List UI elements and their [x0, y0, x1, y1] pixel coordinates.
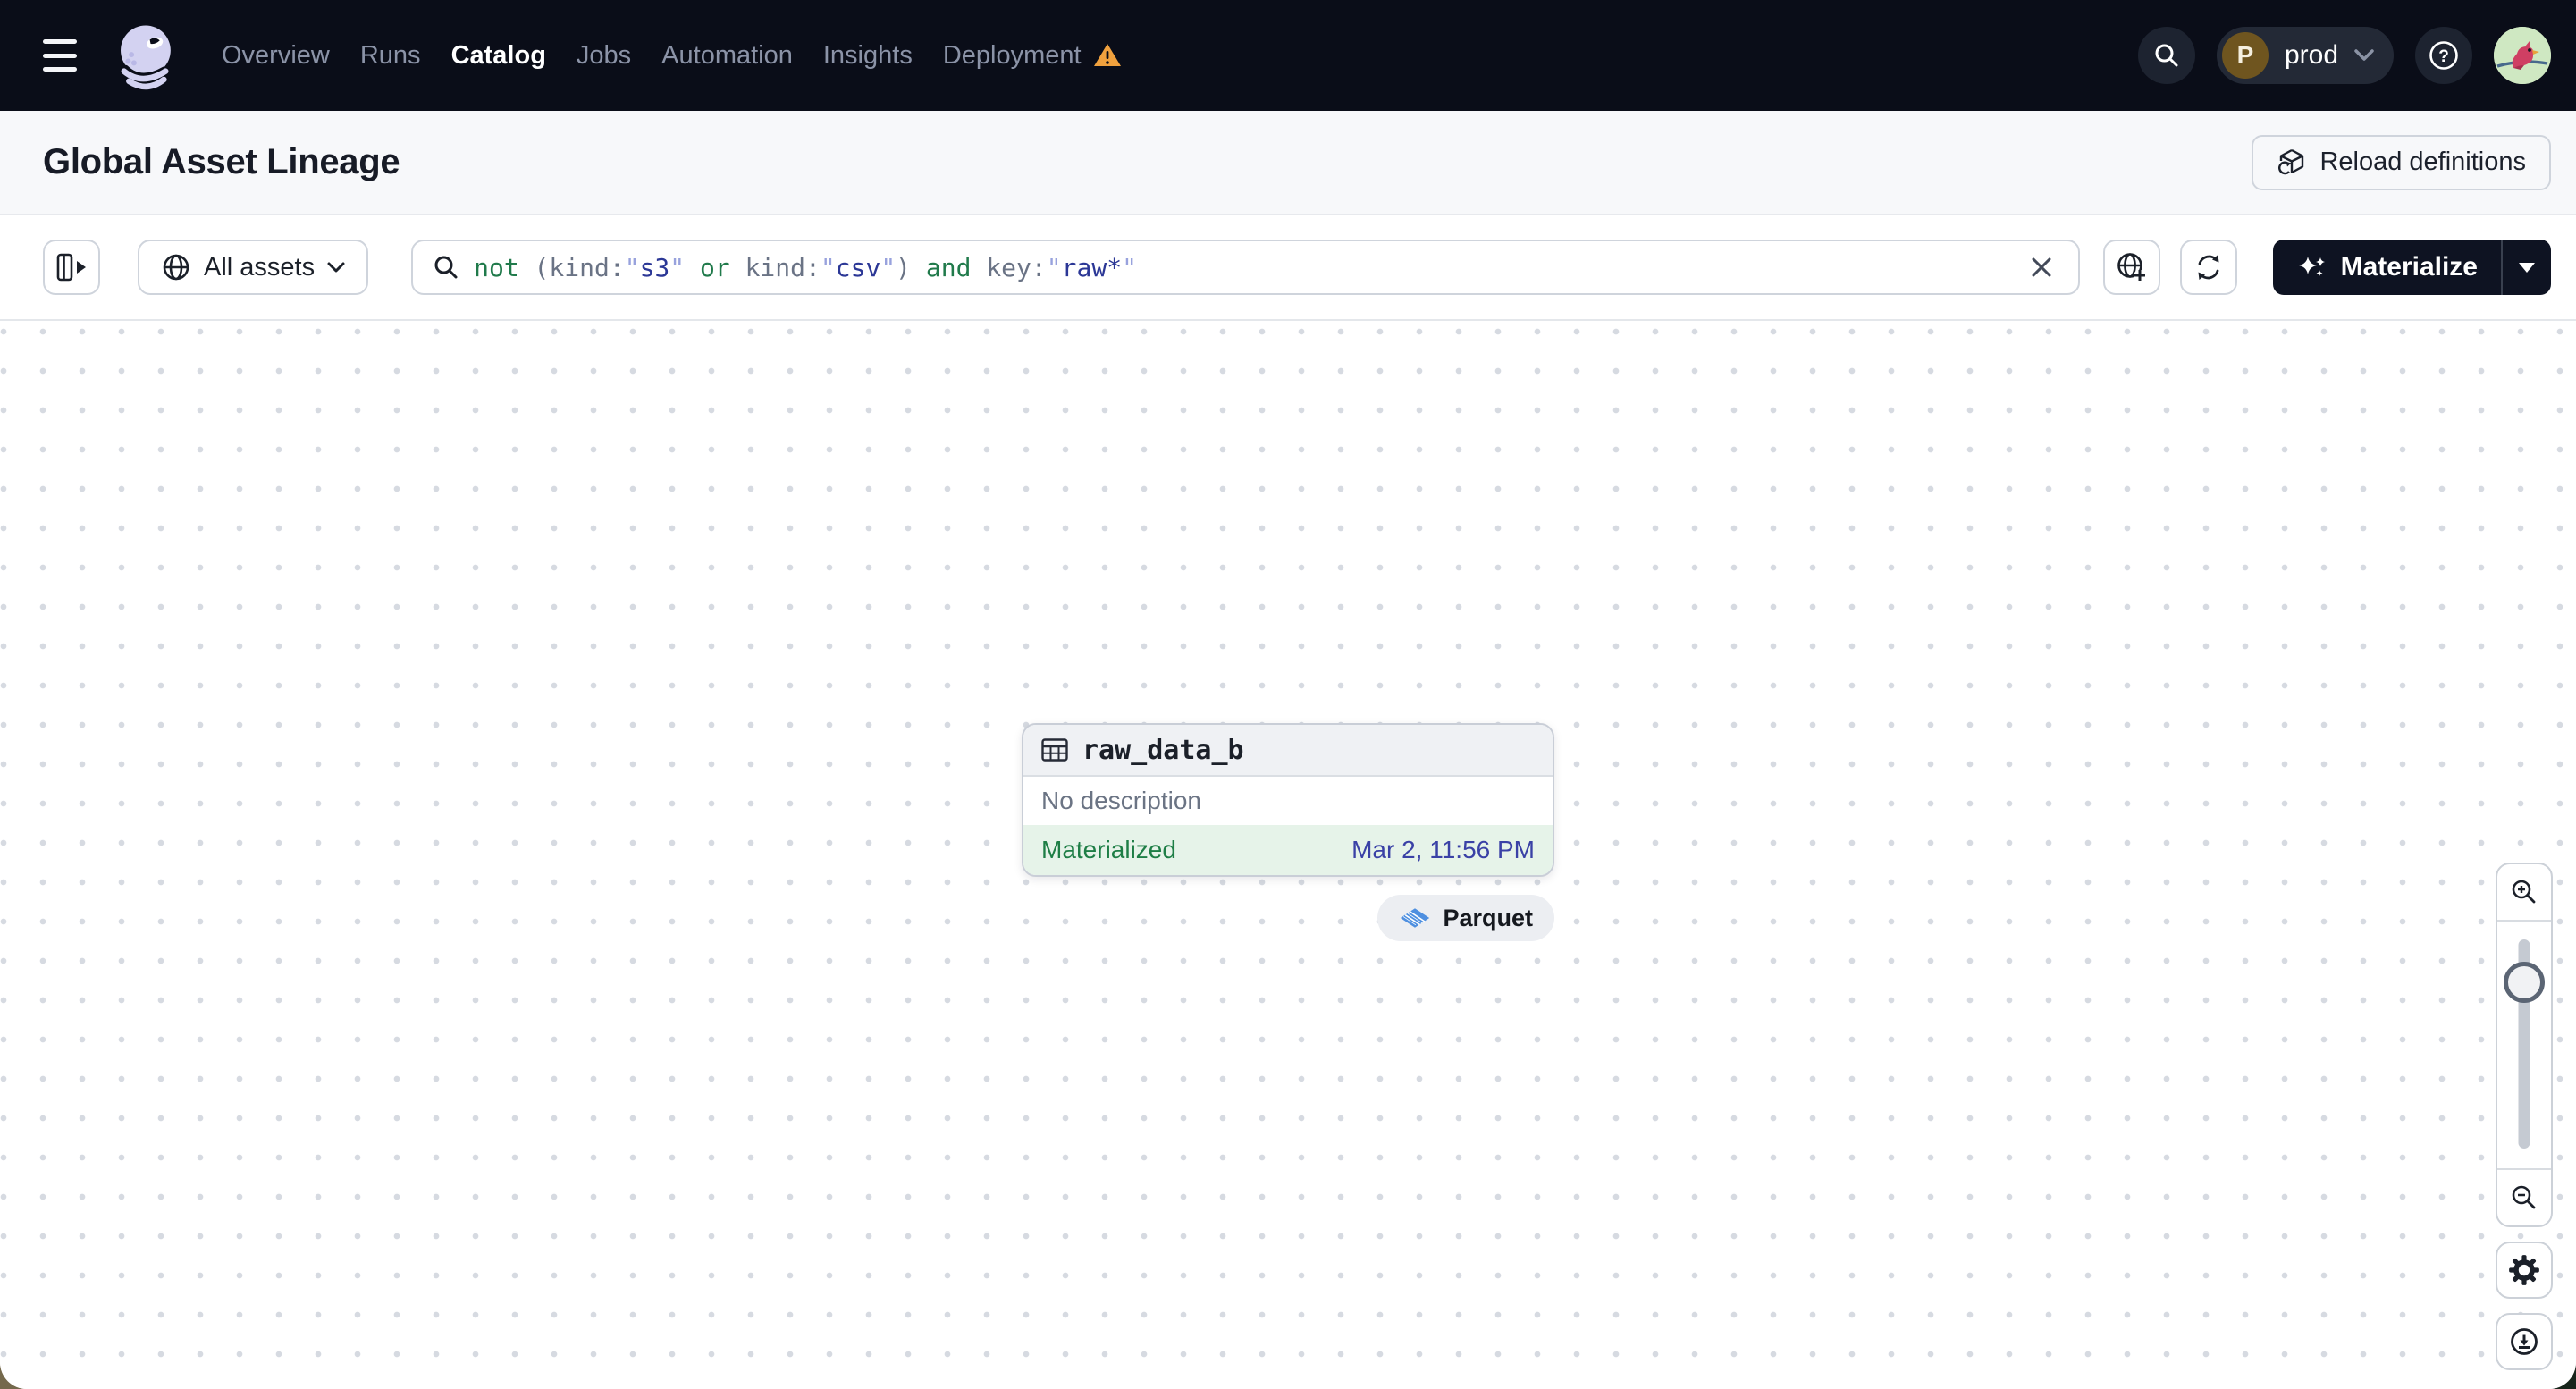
nav-item-deployment[interactable]: Deployment — [943, 41, 1123, 71]
refresh-button[interactable] — [2179, 240, 2237, 295]
page-header: Global Asset Lineage Reload definitions — [0, 111, 2576, 215]
panel-expand-icon — [56, 253, 86, 282]
nav-item-catalog[interactable]: Catalog — [451, 41, 546, 71]
search-icon — [434, 256, 458, 279]
environment-avatar: P — [2221, 32, 2269, 79]
global-search-button[interactable] — [2137, 27, 2195, 84]
new-scope-globe-button[interactable] — [2102, 240, 2160, 295]
nav-item-automation[interactable]: Automation — [661, 41, 793, 71]
asset-node-header: raw_data_b — [1023, 725, 1553, 777]
download-icon — [2511, 1328, 2538, 1355]
canvas-settings-button[interactable] — [2496, 1242, 2553, 1299]
asset-node-group: raw_data_b No description Materialized M… — [1022, 723, 1554, 941]
nav-item-jobs[interactable]: Jobs — [577, 41, 631, 71]
refresh-sync-icon — [2198, 255, 2219, 280]
zoom-controls — [2496, 863, 2553, 1227]
asset-filter-input[interactable]: not (kind:"s3" or kind:"csv") and key:"r… — [411, 240, 2080, 295]
table-icon — [1041, 738, 1068, 762]
environment-name: prod — [2284, 40, 2338, 70]
materialize-options-dropdown[interactable] — [2503, 240, 2551, 295]
warning-triangle-icon — [1093, 44, 1121, 66]
environment-switcher[interactable]: P prod — [2216, 27, 2394, 84]
gear-icon — [2509, 1255, 2539, 1285]
dagster-logo-icon — [121, 25, 171, 90]
parquet-icon — [1401, 908, 1430, 928]
nav-item-overview[interactable]: Overview — [222, 41, 330, 71]
search-icon — [2155, 44, 2178, 67]
filter-query-text: not (kind:"s3" or kind:"csv") and key:"r… — [474, 252, 1137, 282]
chevron-down-icon — [327, 262, 345, 272]
asset-status-row: Materialized Mar 2, 11:56 PM — [1023, 825, 1553, 875]
chevron-down-icon — [2354, 49, 2374, 61]
open-sidebar-panel-button[interactable] — [43, 240, 100, 295]
clear-filter-button[interactable] — [2025, 250, 2058, 284]
sparkle-icon — [2298, 257, 2325, 277]
zoom-in-button[interactable] — [2497, 864, 2551, 922]
reload-definitions-button[interactable]: Reload definitions — [2252, 134, 2551, 190]
close-icon — [2032, 257, 2051, 277]
zoom-out-button[interactable] — [2497, 1168, 2551, 1225]
user-avatar[interactable] — [2494, 27, 2551, 84]
materialized-timestamp[interactable]: Mar 2, 11:56 PM — [1351, 836, 1535, 864]
materialize-split-button: Materialize — [2272, 240, 2551, 295]
asset-scope-dropdown[interactable]: All assets — [138, 240, 369, 295]
caret-down-icon — [2519, 262, 2535, 273]
zoom-in-icon — [2512, 880, 2536, 904]
reload-cube-icon — [2278, 148, 2304, 174]
kind-tag-parquet[interactable]: Parquet — [1377, 895, 1554, 941]
nav-item-runs[interactable]: Runs — [360, 41, 421, 71]
asset-description: No description — [1023, 777, 1553, 825]
menu-hamburger-icon[interactable] — [43, 38, 82, 73]
svg-text:?: ? — [2438, 47, 2449, 66]
top-navbar: Overview Runs Catalog Jobs Automation In… — [0, 0, 2576, 111]
zoom-slider-knob[interactable] — [2504, 962, 2545, 1003]
download-graph-button[interactable] — [2496, 1313, 2553, 1370]
asset-node-raw-data-b[interactable]: raw_data_b No description Materialized M… — [1022, 723, 1554, 877]
zoom-slider[interactable] — [2497, 922, 2551, 1168]
globe-plus-icon — [2117, 253, 2145, 281]
asset-name: raw_data_b — [1082, 734, 1244, 766]
lineage-canvas[interactable]: raw_data_b No description Materialized M… — [0, 321, 2576, 1389]
help-button[interactable]: ? — [2415, 27, 2472, 84]
globe-icon — [163, 254, 189, 281]
question-mark-icon: ? — [2429, 41, 2458, 70]
zoom-out-icon — [2512, 1185, 2536, 1209]
cardinal-bird-avatar-icon — [2494, 27, 2551, 84]
page-title: Global Asset Lineage — [43, 142, 400, 181]
status-badge: Materialized — [1041, 836, 1176, 863]
nav-item-insights[interactable]: Insights — [823, 41, 913, 71]
lineage-toolbar: All assets not (kind:"s3" or kind:"csv")… — [0, 215, 2576, 321]
materialize-button[interactable]: Materialize — [2273, 240, 2501, 295]
dagster-app: Overview Runs Catalog Jobs Automation In… — [0, 0, 2576, 1389]
main-nav: Overview Runs Catalog Jobs Automation In… — [222, 41, 1123, 71]
